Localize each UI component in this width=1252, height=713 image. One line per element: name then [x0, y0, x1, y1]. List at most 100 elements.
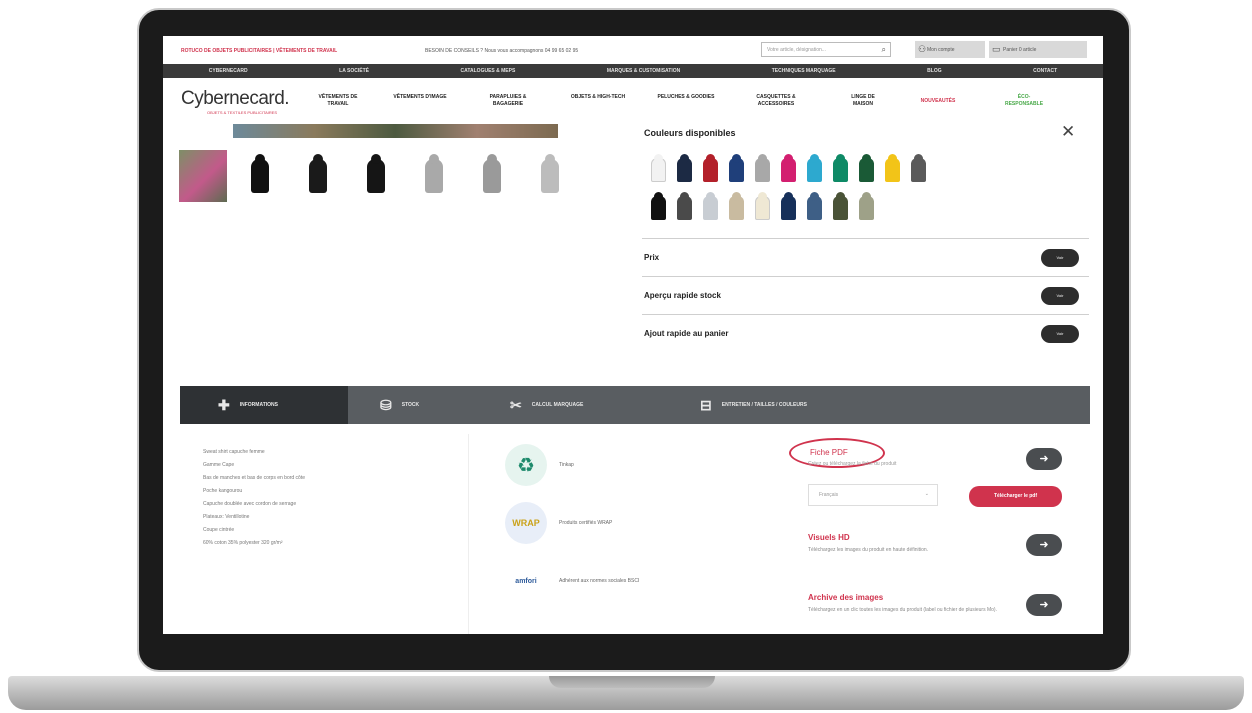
archive-title[interactable]: Archive des images [808, 593, 883, 602]
visuals-description: Téléchargez les images du produit en hau… [808, 547, 929, 553]
color-swatch[interactable] [859, 192, 874, 220]
menu-casquettes[interactable]: CASQUETTES & ACCESSOIRES [741, 94, 811, 108]
tools-icon: ✂ [510, 396, 522, 413]
thumbnail[interactable] [525, 150, 575, 202]
menu-vetements-image[interactable]: VÊTEMENTS D'IMAGE [391, 94, 449, 101]
color-swatch[interactable] [677, 192, 692, 220]
laptop-notch [549, 676, 715, 688]
plus-icon: ✚ [218, 396, 230, 413]
secondary-nav: CYBERNECARD LA SOCIÉTÉ CATALOGUES & MEPS… [163, 64, 1103, 78]
swatch-row [651, 154, 1071, 182]
menu-eco[interactable]: ÉCO-RESPONSABLE [999, 94, 1049, 108]
download-pdf-button[interactable]: Télécharger le pdf [969, 486, 1062, 507]
archive-arrow-button[interactable]: ➜ [1026, 594, 1062, 616]
color-swatch[interactable] [651, 154, 666, 182]
nav-link-blog[interactable]: BLOG [927, 68, 941, 74]
hoodie-icon [541, 154, 559, 193]
color-swatch[interactable] [781, 154, 796, 182]
promo-link[interactable]: ROTUCO DE OBJETS PUBLICITAIRES | VÊTEMEN… [181, 48, 337, 54]
close-icon[interactable]: ✕ [1061, 122, 1075, 142]
color-swatch[interactable] [651, 192, 666, 220]
tab-calcul-marquage[interactable]: ✂ CALCUL MARQUAGE [510, 386, 583, 424]
nav-link-cybernecard[interactable]: CYBERNECARD [209, 68, 248, 74]
pdf-title[interactable]: Fiche PDF [810, 448, 848, 457]
thumbnail[interactable] [293, 150, 343, 202]
voir-button[interactable]: Voir [1041, 249, 1079, 267]
nav-link-contact[interactable]: CONTACT [1033, 68, 1057, 74]
voir-button[interactable]: Voir [1041, 325, 1079, 343]
cart-button[interactable]: ▭ Panier 0 article [989, 41, 1087, 58]
archive-description: Téléchargez en un clic toutes les images… [808, 607, 997, 613]
color-swatch[interactable] [703, 192, 718, 220]
recycle-icon: ♻ [505, 444, 547, 486]
product-thumbnails [179, 150, 609, 202]
nav-link-catalogues[interactable]: CATALOGUES & MEPS [460, 68, 515, 74]
menu-objets[interactable]: OBJETS & HIGH-TECH [569, 94, 627, 101]
language-select[interactable]: Français ⌄ [808, 484, 938, 506]
info-line: Sweat shirt capuche femme [203, 449, 265, 455]
thumbnail[interactable] [235, 150, 285, 202]
main-menu: Cybernecard. OBJETS & TEXTILES PUBLICITA… [163, 78, 1103, 118]
accordion-prix[interactable]: Prix Voir [642, 238, 1089, 276]
tab-informations[interactable]: ✚ INFORMATIONS [180, 386, 348, 424]
tab-label: CALCUL MARQUAGE [531, 402, 584, 408]
color-swatch[interactable] [755, 192, 770, 220]
color-swatch[interactable] [833, 192, 848, 220]
info-line: Plateaux: Ventillotine [203, 514, 250, 520]
menu-parapluies[interactable]: PARAPLUIES & BAGAGERIE [475, 94, 541, 108]
color-swatch[interactable] [859, 154, 874, 182]
cart-icon: ▭ [992, 44, 1001, 54]
tab-stock[interactable]: ⛁ STOCK [380, 386, 419, 424]
thumbnail[interactable] [351, 150, 401, 202]
thumbnail-photo[interactable] [179, 150, 227, 202]
menu-vetements-travail[interactable]: VÊTEMENTS DE TRAVAIL [308, 94, 368, 108]
color-swatch[interactable] [781, 192, 796, 220]
menu-linge[interactable]: LINGE DE MAISON [841, 94, 885, 108]
nav-link-societe[interactable]: LA SOCIÉTÉ [339, 68, 369, 74]
color-swatch[interactable] [755, 154, 770, 182]
accordion-label: Aperçu rapide stock [644, 291, 721, 300]
color-swatch[interactable] [807, 154, 822, 182]
pdf-description: Créez ou téléchargez la fiche du produit [808, 461, 897, 467]
info-line: Poche kangourou [203, 488, 243, 494]
search-icon[interactable]: ⌕ [882, 45, 886, 55]
care-icon: ⊟ [700, 396, 712, 413]
color-swatch[interactable] [807, 192, 822, 220]
pdf-arrow-button[interactable]: ➜ [1026, 448, 1062, 470]
amfori-icon: amfori [515, 577, 537, 585]
color-swatch[interactable] [677, 154, 692, 182]
product-tabs: ✚ INFORMATIONS ⛁ STOCK ✂ CALCUL MARQUAGE… [180, 386, 1090, 424]
site-logo[interactable]: Cybernecard. [181, 88, 290, 110]
tab-entretien[interactable]: ⊟ ENTRETIEN / TAILLES / COULEURS [700, 386, 807, 424]
thumbnail[interactable] [409, 150, 459, 202]
color-swatch[interactable] [729, 154, 744, 182]
label-tinkap: ♻ Tinkap [505, 444, 574, 486]
wrap-icon: WRAP [505, 502, 547, 544]
swatch-row [651, 192, 1071, 220]
hoodie-icon [425, 154, 443, 193]
search-input[interactable]: Votre article, désignation... ⌕ [761, 42, 891, 57]
accordion-label: Ajout rapide au panier [644, 329, 729, 338]
accordion-stock[interactable]: Aperçu rapide stock Voir [642, 276, 1089, 314]
color-swatch[interactable] [703, 154, 718, 182]
label-text: Adhérent aux normes sociales BSCI [559, 578, 640, 584]
nav-link-marques[interactable]: MARQUES & CUSTOMISATION [607, 68, 680, 74]
hoodie-icon [309, 154, 327, 193]
color-swatch[interactable] [729, 192, 744, 220]
thumbnail[interactable] [467, 150, 517, 202]
voir-button[interactable]: Voir [1041, 287, 1079, 305]
nav-link-techniques[interactable]: TECHNIQUES MARQUAGE [772, 68, 836, 74]
visuals-arrow-button[interactable]: ➜ [1026, 534, 1062, 556]
color-swatch[interactable] [885, 154, 900, 182]
color-swatch[interactable] [833, 154, 848, 182]
info-line: Gamme Cape [203, 462, 235, 468]
menu-peluches[interactable]: PELUCHES & GOODIES [657, 94, 715, 101]
account-button[interactable]: ⚇ Mon compte [915, 41, 985, 58]
visuals-title[interactable]: Visuels HD [808, 533, 850, 542]
menu-nouveautes[interactable]: NOUVEAUTÉS [907, 98, 969, 105]
product-banner-image [233, 124, 558, 138]
colors-title: Couleurs disponibles [644, 128, 736, 138]
color-swatch[interactable] [911, 154, 926, 182]
accordion-panier[interactable]: Ajout rapide au panier Voir [642, 314, 1089, 352]
tab-label: INFORMATIONS [239, 402, 278, 408]
